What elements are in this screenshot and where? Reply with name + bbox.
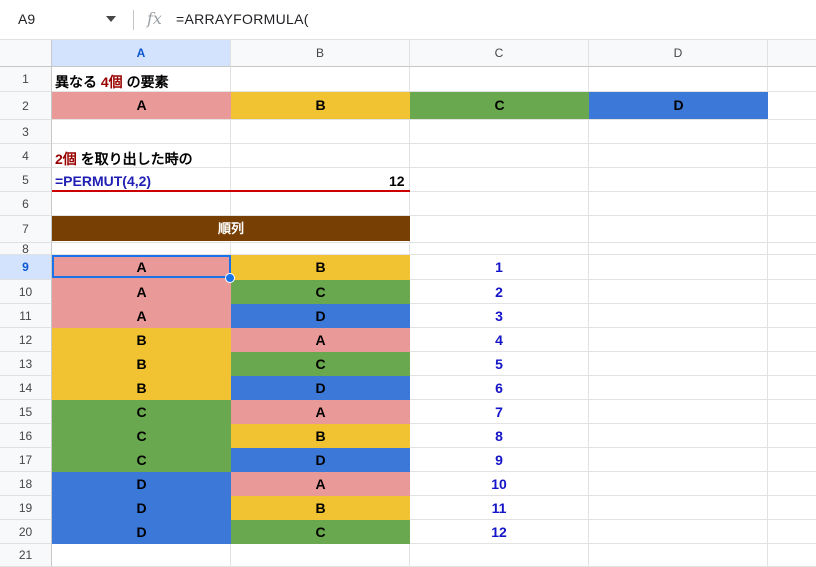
row-header-20[interactable]: 20 bbox=[0, 520, 52, 544]
subtitle-part2: を取り出した時の bbox=[80, 151, 193, 167]
title-count: 4個 bbox=[100, 74, 123, 90]
row-header-1[interactable]: 1 bbox=[0, 67, 52, 92]
perm-second-cell[interactable]: A bbox=[231, 400, 410, 424]
perm-index[interactable]: 4 bbox=[410, 328, 588, 352]
row-header-17[interactable]: 17 bbox=[0, 448, 52, 472]
row-header-10[interactable]: 10 bbox=[0, 280, 52, 304]
row-header-7[interactable]: 7 bbox=[0, 216, 52, 243]
perm-index[interactable]: 3 bbox=[410, 304, 588, 328]
row-header-5[interactable]: 5 bbox=[0, 168, 52, 192]
perm-second-cell[interactable]: B bbox=[231, 424, 410, 448]
row-header-14[interactable]: 14 bbox=[0, 376, 52, 400]
perm-first-cell[interactable]: A bbox=[52, 304, 231, 328]
perm-index[interactable]: 9 bbox=[410, 448, 588, 472]
column-header-e[interactable] bbox=[768, 40, 816, 67]
title-text: 異なる 4個 の要素 bbox=[55, 72, 169, 92]
row-header-9[interactable]: 9 bbox=[0, 255, 52, 280]
fx-icon: fx bbox=[147, 9, 162, 28]
perm-index[interactable]: 1 bbox=[410, 255, 588, 280]
gridline bbox=[52, 143, 816, 144]
permutation-header[interactable]: 順列 bbox=[52, 216, 410, 241]
cell-selection-border bbox=[52, 255, 231, 278]
gridline bbox=[52, 242, 816, 243]
formula-input[interactable]: =ARRAYFORMULA( bbox=[176, 11, 309, 27]
column-header-b[interactable]: B bbox=[231, 40, 410, 67]
perm-second-cell[interactable]: B bbox=[231, 255, 410, 280]
perm-second-cell[interactable]: C bbox=[231, 520, 410, 544]
fill-handle[interactable] bbox=[225, 273, 235, 283]
perm-first-cell[interactable]: A bbox=[52, 280, 231, 304]
result-underline bbox=[52, 190, 410, 192]
title-part3: の要素 bbox=[126, 74, 169, 90]
element-cell-c[interactable]: C bbox=[410, 92, 589, 119]
perm-first-cell[interactable]: C bbox=[52, 424, 231, 448]
perm-first-cell[interactable]: B bbox=[52, 376, 231, 400]
row-header-19[interactable]: 19 bbox=[0, 496, 52, 520]
perm-index[interactable]: 2 bbox=[410, 280, 588, 304]
row-header-6[interactable]: 6 bbox=[0, 192, 52, 216]
perm-second-cell[interactable]: D bbox=[231, 448, 410, 472]
perm-index[interactable]: 11 bbox=[410, 496, 588, 520]
name-box[interactable]: A9 bbox=[18, 11, 35, 27]
row-header-11[interactable]: 11 bbox=[0, 304, 52, 328]
column-header-c[interactable]: C bbox=[410, 40, 589, 67]
perm-first-cell[interactable]: B bbox=[52, 352, 231, 376]
perm-index[interactable]: 7 bbox=[410, 400, 588, 424]
element-cell-d[interactable]: D bbox=[589, 92, 768, 119]
perm-first-cell[interactable]: D bbox=[52, 520, 231, 544]
perm-first-cell[interactable]: B bbox=[52, 328, 231, 352]
subtitle-count: 2個 bbox=[55, 151, 77, 167]
row-header-16[interactable]: 16 bbox=[0, 424, 52, 448]
perm-second-cell[interactable]: B bbox=[231, 496, 410, 520]
perm-second-cell[interactable]: C bbox=[231, 352, 410, 376]
divider bbox=[133, 10, 134, 30]
perm-first-cell[interactable]: C bbox=[52, 448, 231, 472]
formula-bar: A9 fx =ARRAYFORMULA( bbox=[0, 0, 816, 40]
perm-second-cell[interactable]: A bbox=[231, 472, 410, 496]
title-part1: 異なる bbox=[55, 74, 97, 90]
row-header-21[interactable]: 21 bbox=[0, 544, 52, 567]
gridline bbox=[588, 67, 589, 567]
perm-index[interactable]: 10 bbox=[410, 472, 588, 496]
chevron-down-icon[interactable] bbox=[104, 12, 118, 26]
gridline bbox=[52, 119, 816, 120]
row-header-13[interactable]: 13 bbox=[0, 352, 52, 376]
perm-index[interactable]: 12 bbox=[410, 520, 588, 544]
column-header-a[interactable]: A bbox=[52, 40, 231, 67]
row-header-8[interactable]: 8 bbox=[0, 243, 52, 255]
element-cell-b[interactable]: B bbox=[231, 92, 410, 119]
select-all-corner[interactable] bbox=[0, 40, 52, 67]
perm-first-cell[interactable]: C bbox=[52, 400, 231, 424]
row-header-2[interactable]: 2 bbox=[0, 92, 52, 120]
column-header-d[interactable]: D bbox=[589, 40, 768, 67]
perm-index[interactable]: 5 bbox=[410, 352, 588, 376]
perm-second-cell[interactable]: C bbox=[231, 280, 410, 304]
permut-formula[interactable]: =PERMUT(4,2) bbox=[55, 173, 151, 189]
subtitle-text: 2個 を取り出した時の bbox=[55, 149, 193, 169]
perm-second-cell[interactable]: A bbox=[231, 328, 410, 352]
perm-second-cell[interactable]: D bbox=[231, 304, 410, 328]
permut-result[interactable]: 12 bbox=[389, 173, 405, 189]
row-header-4[interactable]: 4 bbox=[0, 144, 52, 168]
gridline bbox=[767, 67, 768, 567]
row-header-18[interactable]: 18 bbox=[0, 472, 52, 496]
perm-second-cell[interactable]: D bbox=[231, 376, 410, 400]
row-header-12[interactable]: 12 bbox=[0, 328, 52, 352]
element-cell-a[interactable]: A bbox=[52, 92, 231, 119]
perm-first-cell[interactable]: D bbox=[52, 496, 231, 520]
row-header-3[interactable]: 3 bbox=[0, 120, 52, 144]
perm-first-cell[interactable]: D bbox=[52, 472, 231, 496]
perm-index[interactable]: 8 bbox=[410, 424, 588, 448]
perm-index[interactable]: 6 bbox=[410, 376, 588, 400]
row-header-15[interactable]: 15 bbox=[0, 400, 52, 424]
